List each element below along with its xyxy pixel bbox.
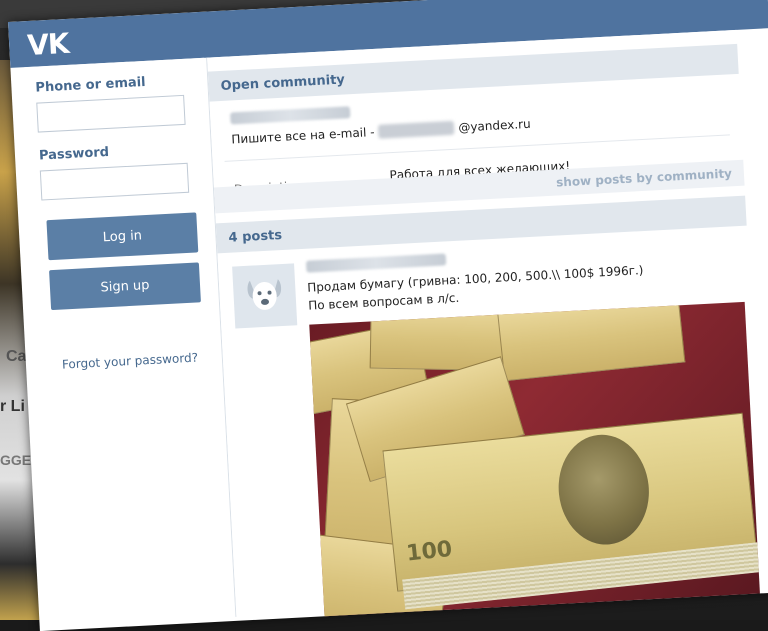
- browser-window: VK Phone or email Password Log in Sign u…: [8, 0, 768, 631]
- signup-button[interactable]: Sign up: [49, 262, 201, 311]
- banknote: [497, 301, 686, 382]
- password-label: Password: [38, 144, 110, 164]
- blurred-email: [378, 120, 455, 139]
- background-text: GGE: [0, 452, 32, 468]
- dog-icon: [247, 279, 282, 310]
- background-text: r Li: [0, 398, 25, 415]
- login-button[interactable]: Log in: [46, 212, 199, 261]
- password-field[interactable]: [39, 162, 190, 201]
- vk-logo[interactable]: VK: [26, 27, 69, 62]
- login-panel: Phone or email Password Log in Sign up F…: [24, 57, 234, 627]
- forgot-password-link[interactable]: Forgot your password?: [62, 351, 199, 372]
- blurred-post-author: [305, 253, 447, 273]
- post-photo[interactable]: 100: [309, 301, 761, 625]
- banknote-value: 100: [405, 536, 454, 567]
- email-domain: @yandex.ru: [458, 116, 531, 135]
- community-content: Open community Пишите все на e-mail - @y…: [207, 29, 766, 625]
- blurred-community-name: [230, 106, 351, 125]
- email-prefix: Пишите все на e-mail -: [231, 124, 375, 147]
- phone-label: Phone or email: [35, 74, 146, 96]
- banknote-portrait: [553, 430, 655, 550]
- phone-email-field[interactable]: [36, 94, 186, 133]
- background-text: Ca: [6, 348, 27, 365]
- dog-avatar-icon[interactable]: [232, 263, 298, 329]
- community-header: Open community: [207, 43, 739, 102]
